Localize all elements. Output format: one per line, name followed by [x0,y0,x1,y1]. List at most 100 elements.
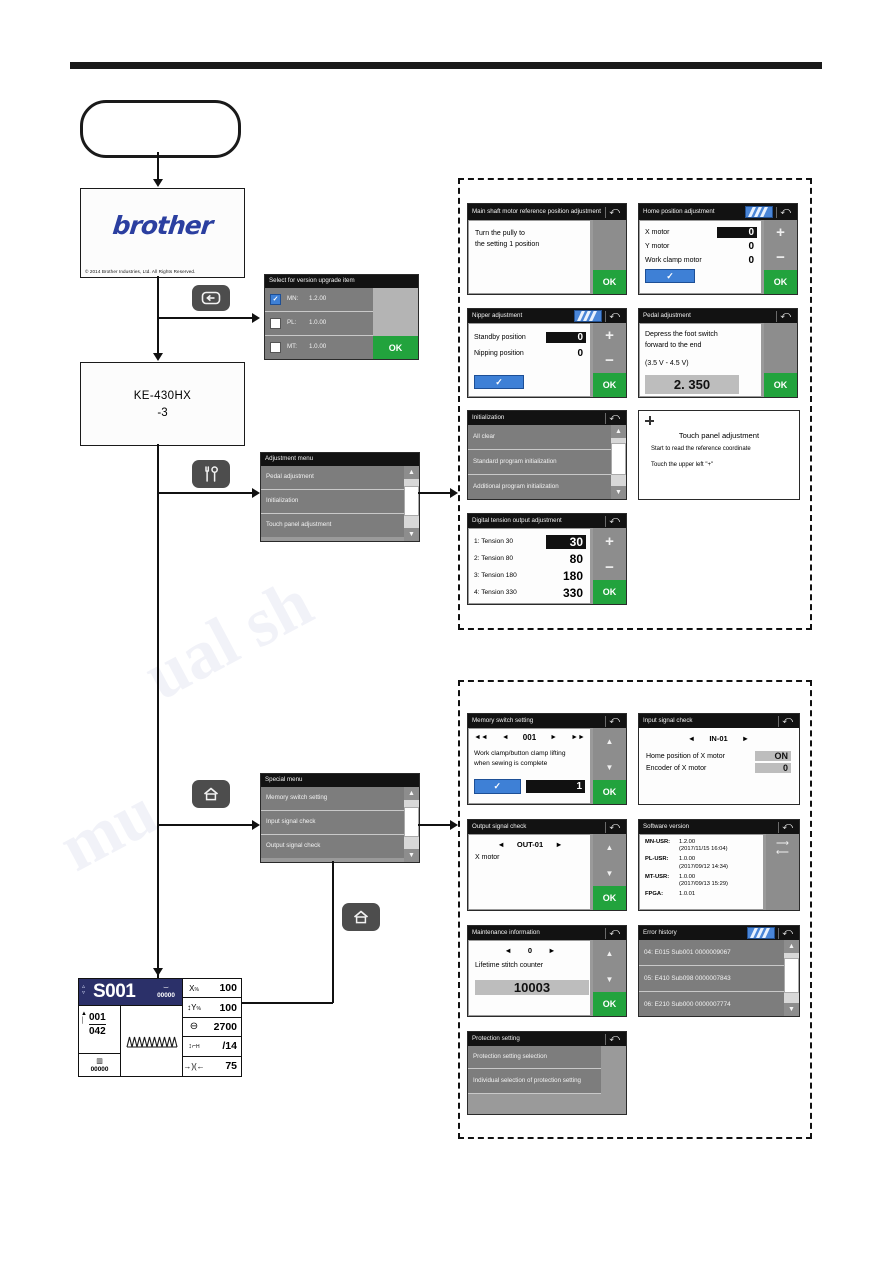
next-channel-icon[interactable]: ► [555,840,562,849]
scroll-down-button[interactable]: ▼ [593,860,626,886]
menu-item-input-signal-check[interactable]: Input signal check [261,811,404,835]
scroll-up-icon[interactable]: ▲ [611,425,626,438]
ok-button[interactable]: OK [593,992,626,1016]
version-row[interactable]: ✓ MN: 1.2.00 [265,288,373,312]
tension-row[interactable]: 1: Tension 30 30 [474,533,586,550]
back-icon[interactable]: ⤺ [609,1034,622,1044]
version-row[interactable]: PL: 1.0.00 [265,312,373,336]
scroll-down-button[interactable]: ▼ [593,966,626,992]
prev-channel-icon[interactable]: ◄ [497,840,504,849]
back-icon[interactable]: ⤺ [782,928,795,938]
menu-item-initialization[interactable]: Initialization [261,490,404,514]
scroll-thumb[interactable] [784,958,799,993]
ok-button[interactable]: OK [593,373,626,397]
scroll-up-button[interactable]: ▲ [593,728,626,754]
back-icon[interactable]: ⤺ [780,207,793,217]
first-page-icon[interactable]: ◄◄ [474,734,488,741]
ok-button[interactable]: OK [373,336,418,359]
scroll-up-button[interactable]: ▲ [593,834,626,860]
ok-button[interactable]: OK [593,886,626,910]
ok-button[interactable]: OK [764,373,797,397]
next-channel-icon[interactable]: ► [742,734,749,743]
home-row[interactable]: Work clamp motor 0 [645,253,757,267]
init-item-additional-program[interactable]: Additional program initialization [468,475,611,499]
tension-row[interactable]: 2: Tension 80 80 [474,550,586,567]
scroll-up-button[interactable]: ▲ [593,940,626,966]
minus-button[interactable]: − [593,554,626,580]
back-icon[interactable]: ⤺ [609,716,622,726]
version-row[interactable]: MT: 1.0.00 [265,336,373,359]
error-history-row[interactable]: 05: E410 Sub098 0000007843 [639,966,784,992]
minus-button[interactable]: − [593,348,626,373]
swap-arrows-icon[interactable]: ⟶ ⟵ [766,837,799,859]
back-icon[interactable]: ⤺ [609,311,622,321]
back-icon[interactable]: ⤺ [609,207,622,217]
scroll-up-icon[interactable]: ▲ [404,787,419,800]
scroll-down-icon[interactable]: ▼ [784,1003,799,1016]
back-icon[interactable]: ⤺ [609,516,622,526]
back-icon[interactable]: ⤺ [782,822,795,832]
plus-button[interactable]: + [593,528,626,554]
ok-button[interactable]: OK [593,780,626,804]
hatch-icon[interactable] [745,206,774,218]
menu-item-output-signal-check[interactable]: Output signal check [261,835,404,858]
confirm-check-button[interactable]: ✓ [474,779,521,795]
prev-item-icon[interactable]: ◄ [504,946,511,955]
protection-item-selection[interactable]: Protection setting selection [468,1046,601,1069]
tension-row[interactable]: 3: Tension 180 180 [474,567,586,584]
menu-item-pedal-adjustment[interactable]: Pedal adjustment [261,466,404,490]
nipper-row[interactable]: Nipping position 0 [474,345,586,361]
hatch-icon[interactable] [574,310,603,322]
scroll-down-icon[interactable]: ▼ [611,486,626,499]
scroll-up-icon[interactable]: ▲ [784,940,799,953]
scroll-thumb[interactable] [404,486,419,516]
confirm-check-button[interactable]: ✓ [474,375,524,389]
prev-channel-icon[interactable]: ◄ [688,734,695,743]
home-key-button[interactable] [342,903,380,931]
checkbox-unchecked[interactable] [270,318,281,329]
init-item-all-clear[interactable]: All clear [468,425,611,450]
parameter-row-clamp-height[interactable]: ↕⌐H /14 [182,1037,241,1057]
home-row[interactable]: Y motor 0 [645,239,757,253]
scroll-thumb[interactable] [611,443,626,475]
scrollbar[interactable]: ▲ ▼ [404,466,419,541]
back-icon[interactable]: ⤺ [780,311,793,321]
scroll-down-icon[interactable]: ▼ [404,528,419,541]
home-row[interactable]: X motor 0 [645,225,757,239]
tension-row[interactable]: 4: Tension 330 330 [474,584,586,601]
production-counter[interactable]: ▥ 00000 [79,1053,120,1077]
ok-button[interactable]: OK [593,580,626,604]
scroll-down-icon[interactable]: ▼ [404,849,419,862]
hatch-icon[interactable] [747,927,776,939]
ok-button[interactable]: OK [593,270,626,294]
menu-item-memory-switch-setting[interactable]: Memory switch setting [261,787,404,811]
scroll-thumb[interactable] [404,807,419,837]
confirm-check-button[interactable]: ✓ [645,269,695,283]
error-history-row[interactable]: 04: E015 Sub001 0000009067 [639,940,784,966]
plus-button[interactable]: + [764,220,797,245]
bobbin-counter-group[interactable]: ⌣ 00000 [151,982,181,999]
parameter-row-y-scale[interactable]: ↕Y% 100 [182,998,241,1018]
checkbox-unchecked[interactable] [270,342,281,353]
scroll-up-icon[interactable]: ▲ [404,466,419,479]
parameter-row-x-scale[interactable]: X% 100 [182,979,241,999]
next-page-icon[interactable]: ► [550,734,557,741]
protection-item-individual[interactable]: Individual selection of protection setti… [468,1069,601,1094]
checkbox-checked[interactable]: ✓ [270,294,281,305]
scroll-down-button[interactable]: ▼ [593,754,626,780]
menu-item-touch-panel-adjustment[interactable]: Touch panel adjustment [261,514,404,537]
home-key-button[interactable] [192,780,230,808]
next-item-icon[interactable]: ► [548,946,555,955]
tools-key-button[interactable] [192,460,230,488]
error-history-row[interactable]: 06: E210 Sub000 0000007774 [639,992,784,1016]
init-item-standard-program[interactable]: Standard program initialization [468,450,611,475]
ok-button[interactable]: OK [764,270,797,294]
scrollbar[interactable]: ▲ ▼ [404,787,419,862]
prev-page-icon[interactable]: ◄ [502,734,509,741]
back-icon[interactable]: ⤺ [609,413,622,423]
back-key-button[interactable] [192,285,230,311]
program-number[interactable]: S001 [93,981,136,1003]
back-icon[interactable]: ⤺ [782,716,795,726]
plus-button[interactable]: + [593,323,626,348]
crosshair-icon[interactable] [645,416,654,425]
